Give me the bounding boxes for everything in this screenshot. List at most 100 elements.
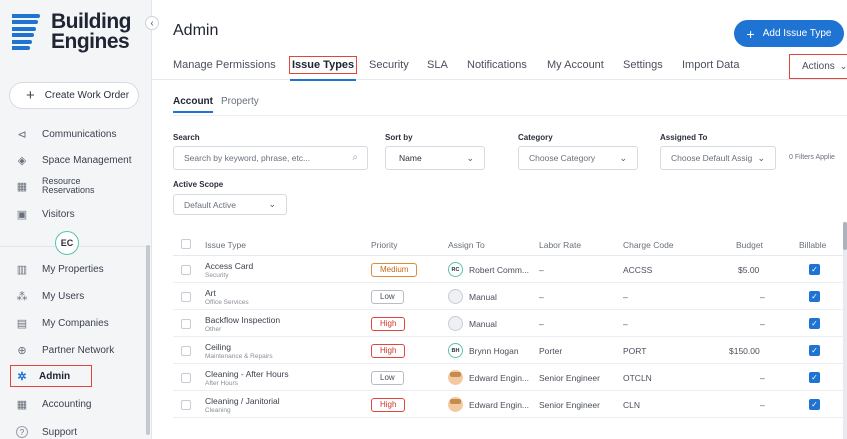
active-scope-label: Active Scope — [173, 180, 224, 189]
add-issue-type-button[interactable]: + Add Issue Type — [734, 20, 844, 47]
tab-security[interactable]: Security — [369, 59, 409, 71]
row-checkbox[interactable] — [181, 292, 191, 302]
plus-icon: + — [746, 25, 755, 42]
logo-text-line1: Building — [51, 10, 131, 33]
sidebar-item-my-users[interactable]: ⁂ My Users — [0, 285, 150, 307]
issue-type-name[interactable]: Backflow Inspection — [205, 315, 280, 325]
billable-checkbox[interactable]: ✓ — [809, 264, 820, 275]
collapse-sidebar-button[interactable]: ‹ — [145, 16, 159, 30]
column-header-budget[interactable]: Budget — [736, 240, 763, 250]
column-header-billable[interactable]: Billable — [799, 240, 826, 250]
sidebar-item-accounting[interactable]: ▦ Accounting — [0, 393, 150, 415]
plus-icon: + — [26, 86, 35, 104]
issue-type-name[interactable]: Access Card — [205, 261, 253, 271]
budget: $150.00 — [729, 346, 760, 356]
issue-type-name[interactable]: Cleaning - After Hours — [205, 369, 289, 379]
row-checkbox[interactable] — [181, 400, 191, 410]
user-avatar[interactable]: EC — [55, 231, 79, 255]
row-checkbox[interactable] — [181, 346, 191, 356]
issue-type-category: Other — [205, 326, 222, 333]
table-row[interactable]: Cleaning - After Hours After Hours Low E… — [173, 365, 847, 391]
sidebar-item-admin[interactable]: ✲ Admin — [10, 365, 92, 387]
tab-sla[interactable]: SLA — [427, 59, 448, 71]
billable-checkbox[interactable]: ✓ — [809, 291, 820, 302]
actions-dropdown[interactable]: Actions ⌄ — [789, 54, 847, 79]
sidebar-item-visitors[interactable]: ▣ Visitors — [0, 203, 150, 225]
sidebar-item-my-properties[interactable]: ▥ My Properties — [0, 258, 150, 280]
table-row[interactable]: Art Office Services Low Manual – – – ✓ — [173, 284, 847, 310]
billable-checkbox[interactable]: ✓ — [809, 345, 820, 356]
sidebar-item-label: Space Management — [42, 154, 132, 166]
row-checkbox[interactable] — [181, 319, 191, 329]
sort-by-select[interactable]: Name ⌄ — [385, 146, 485, 170]
billable-checkbox[interactable]: ✓ — [809, 372, 820, 383]
sidebar-item-my-companies[interactable]: ▤ My Companies — [0, 312, 150, 334]
subtab-account[interactable]: Account — [173, 96, 213, 113]
sidebar-divider — [79, 246, 152, 247]
column-header-charge-code[interactable]: Charge Code — [623, 240, 674, 250]
table-row[interactable]: Ceiling Maintenance & Repairs High BH Br… — [173, 338, 847, 364]
sidebar-item-label: Resource Reservations — [42, 176, 95, 195]
users-icon: ⁂ — [16, 290, 28, 303]
create-work-order-button[interactable]: + Create Work Order — [9, 82, 139, 109]
filters-applied-count[interactable]: 0 Filters Applie — [789, 154, 835, 161]
select-all-checkbox[interactable] — [181, 239, 191, 249]
labor-rate: – — [539, 319, 544, 329]
assignee-avatar: RC — [448, 262, 463, 277]
search-input[interactable]: Search by keyword, phrase, etc... ⌕ — [173, 146, 368, 170]
tab-issue-types[interactable]: Issue Types — [289, 56, 358, 81]
page-title: Admin — [173, 22, 219, 39]
sidebar-item-space-management[interactable]: ◈ Space Management — [0, 149, 150, 171]
tab-settings[interactable]: Settings — [623, 59, 663, 71]
sidebar: Building Engines + Create Work Order ⊲ C… — [0, 0, 152, 439]
issue-type-name[interactable]: Art — [205, 288, 216, 298]
building-engines-logo[interactable]: Building Engines — [12, 10, 142, 60]
tab-import-data[interactable]: Import Data — [682, 59, 739, 71]
billable-checkbox[interactable]: ✓ — [809, 399, 820, 410]
issue-type-name[interactable]: Cleaning / Janitorial — [205, 396, 280, 406]
labor-rate: – — [539, 265, 544, 275]
calendar-icon: ▦ — [16, 180, 28, 193]
assignee-name: Manual — [469, 292, 497, 302]
assignee-avatar: BH — [448, 343, 463, 358]
row-checkbox[interactable] — [181, 373, 191, 383]
issue-type-category: Security — [205, 272, 229, 279]
column-header-issue-type[interactable]: Issue Type — [205, 240, 246, 250]
column-header-labor-rate[interactable]: Labor Rate — [539, 240, 581, 250]
issue-type-category: Office Services — [205, 299, 249, 306]
main-content: Admin + Add Issue Type Manage Permission… — [152, 0, 847, 439]
tab-my-account[interactable]: My Account — [547, 59, 604, 71]
table-row[interactable]: Access Card Security Medium RC Robert Co… — [173, 257, 847, 283]
sidebar-item-resource-reservations[interactable]: ▦ Resource Reservations — [0, 175, 150, 197]
budget: – — [760, 373, 765, 383]
help-icon: ? — [16, 426, 28, 438]
billable-checkbox[interactable]: ✓ — [809, 318, 820, 329]
column-header-assign-to[interactable]: Assign To — [448, 240, 485, 250]
tab-notifications[interactable]: Notifications — [467, 59, 527, 71]
category-select[interactable]: Choose Category ⌄ — [518, 146, 638, 170]
assignee-name: Edward Engin... — [469, 373, 530, 383]
subtab-property[interactable]: Property — [221, 96, 259, 107]
create-work-order-label: Create Work Order — [44, 90, 130, 101]
sidebar-scrollbar[interactable] — [146, 245, 150, 435]
assigned-to-select[interactable]: Choose Default Assig ⌄ — [660, 146, 776, 170]
building-icon: ▥ — [16, 263, 28, 276]
tab-manage-permissions[interactable]: Manage Permissions — [173, 59, 276, 71]
budget: $5.00 — [738, 265, 760, 275]
issue-type-name[interactable]: Ceiling — [205, 342, 231, 352]
table-scrollbar[interactable] — [843, 222, 847, 439]
active-scope-value: Default Active — [184, 199, 236, 210]
sidebar-item-communications[interactable]: ⊲ Communications — [0, 123, 150, 145]
row-checkbox[interactable] — [181, 265, 191, 275]
active-scope-select[interactable]: Default Active ⌄ — [173, 194, 287, 215]
budget: – — [760, 400, 765, 410]
chevron-down-icon: ⌄ — [619, 153, 627, 163]
sidebar-item-partner-network[interactable]: ⊕ Partner Network — [0, 339, 150, 361]
table-row[interactable]: Backflow Inspection Other High Manual – … — [173, 311, 847, 337]
column-header-priority[interactable]: Priority — [371, 240, 397, 250]
charge-code: CLN — [623, 400, 641, 410]
sidebar-item-support[interactable]: ? Support — [0, 421, 150, 439]
layers-icon: ◈ — [17, 154, 27, 167]
add-issue-type-label: Add Issue Type — [762, 28, 832, 39]
table-row[interactable]: Cleaning / Janitorial Cleaning High Edwa… — [173, 392, 847, 418]
